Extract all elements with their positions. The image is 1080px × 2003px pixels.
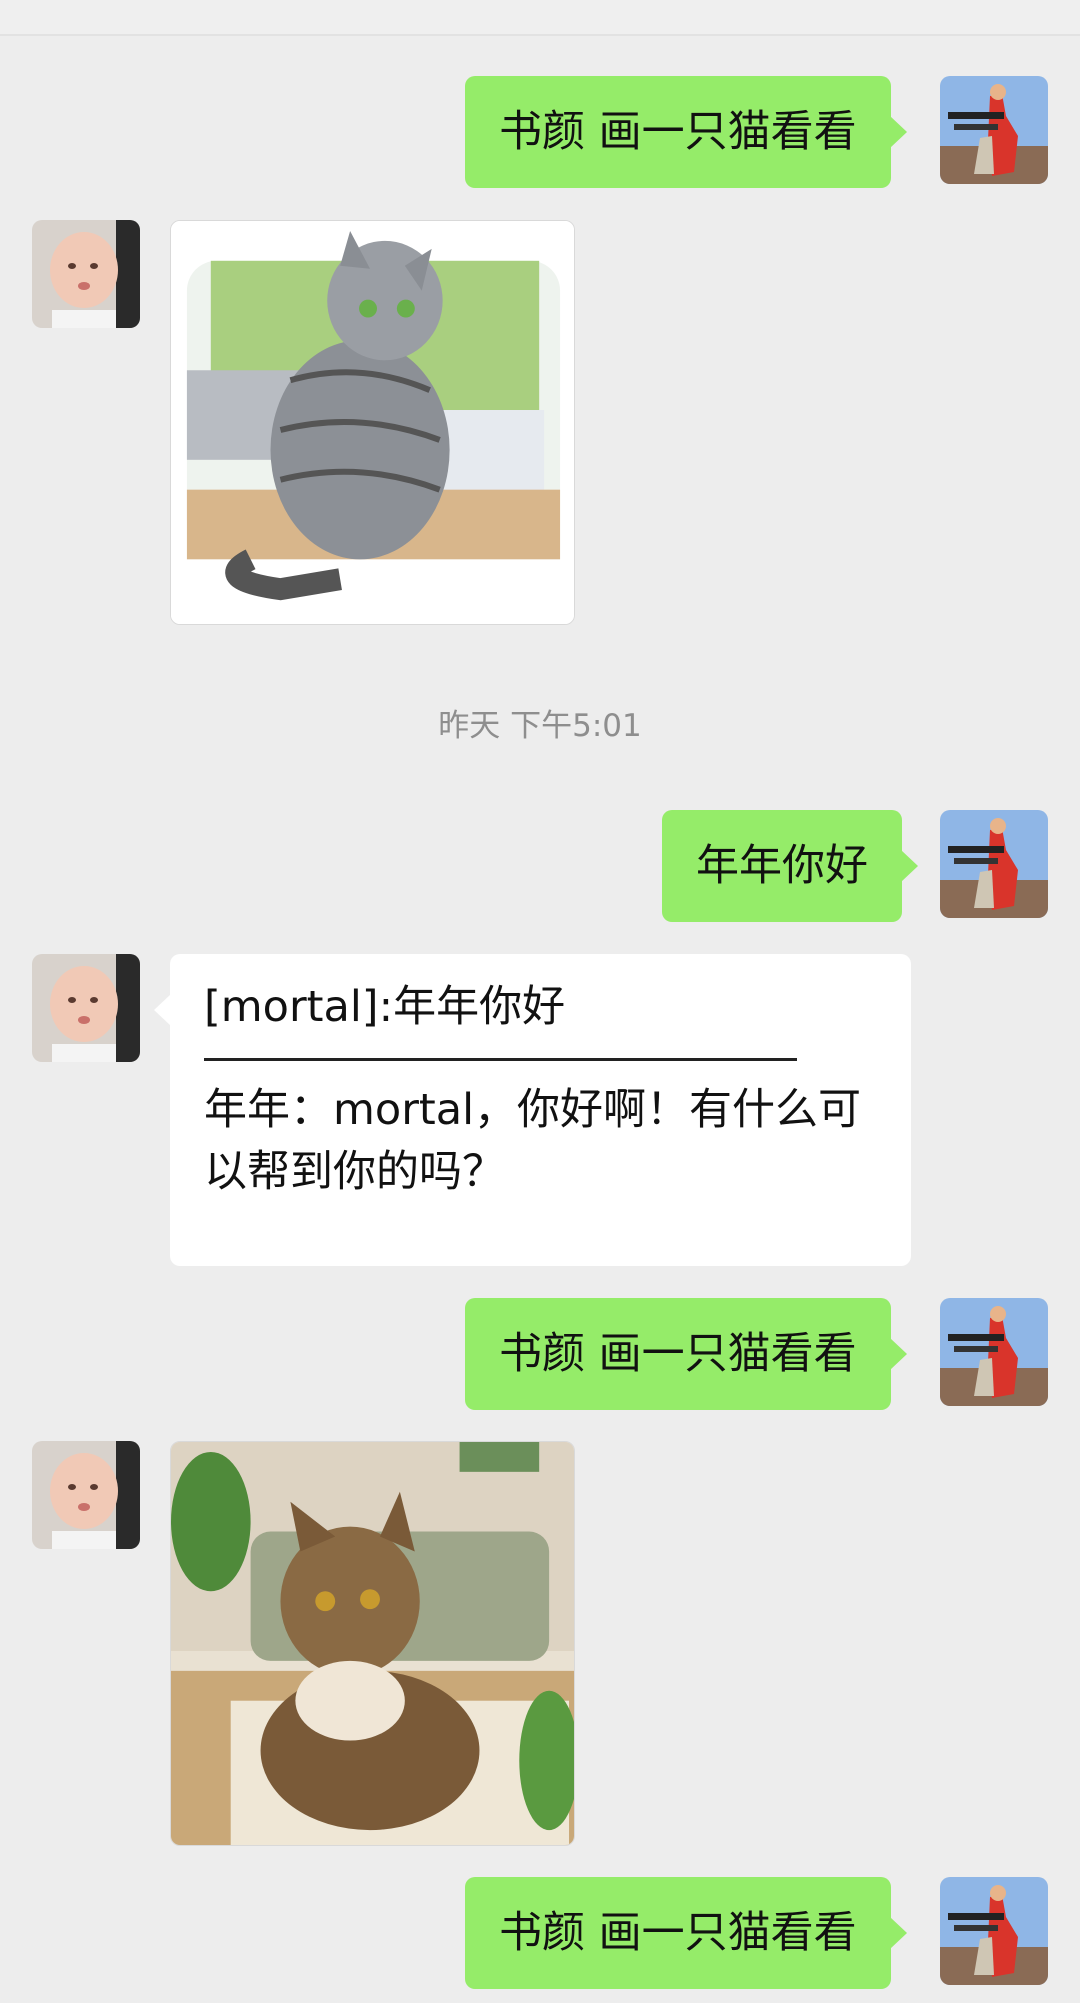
baby-avatar-icon: [32, 954, 140, 1062]
baby-avatar-icon: [32, 1441, 140, 1549]
message-line: [mortal]:年年你好: [204, 982, 566, 1032]
self-avatar[interactable]: [940, 1298, 1048, 1406]
message-line: 以帮到你的吗？: [204, 1147, 505, 1197]
bot-avatar[interactable]: [32, 220, 140, 328]
soldier-avatar-icon: [940, 76, 1048, 184]
soldier-avatar-icon: [940, 1298, 1048, 1406]
message-text: 书颜 画一只猫看看: [499, 1908, 857, 1958]
bot-avatar[interactable]: [32, 1441, 140, 1549]
message-timestamp: 昨天 下午5:01: [438, 708, 642, 744]
outgoing-message[interactable]: 年年你好: [662, 810, 918, 922]
self-avatar[interactable]: [940, 810, 1048, 918]
message-divider: [204, 1058, 797, 1061]
cat-image-message[interactable]: [170, 1441, 575, 1846]
baby-avatar-icon: [32, 220, 140, 328]
incoming-message[interactable]: [mortal]:年年你好 年年：mortal，你好啊！有什么可 以帮到你的吗？: [154, 954, 911, 1266]
self-avatar[interactable]: [940, 1877, 1048, 1985]
message-text: 书颜 画一只猫看看: [499, 1329, 857, 1379]
outgoing-message[interactable]: 书颜 画一只猫看看: [465, 1298, 907, 1410]
top-edge: [0, 0, 1080, 36]
bot-avatar[interactable]: [32, 954, 140, 1062]
message-text: 书颜 画一只猫看看: [499, 107, 857, 157]
soldier-avatar-icon: [940, 1877, 1048, 1985]
brown-tabby-cat-image: [171, 1442, 574, 1845]
gray-tabby-cat-image: [171, 221, 574, 624]
self-avatar[interactable]: [940, 76, 1048, 184]
soldier-avatar-icon: [940, 810, 1048, 918]
message-line: 年年：mortal，你好啊！有什么可: [204, 1085, 862, 1135]
cat-image-message[interactable]: [170, 220, 575, 625]
outgoing-message[interactable]: 书颜 画一只猫看看: [465, 76, 907, 188]
message-text: 年年你好: [696, 841, 868, 891]
outgoing-message[interactable]: 书颜 画一只猫看看: [465, 1877, 907, 1989]
